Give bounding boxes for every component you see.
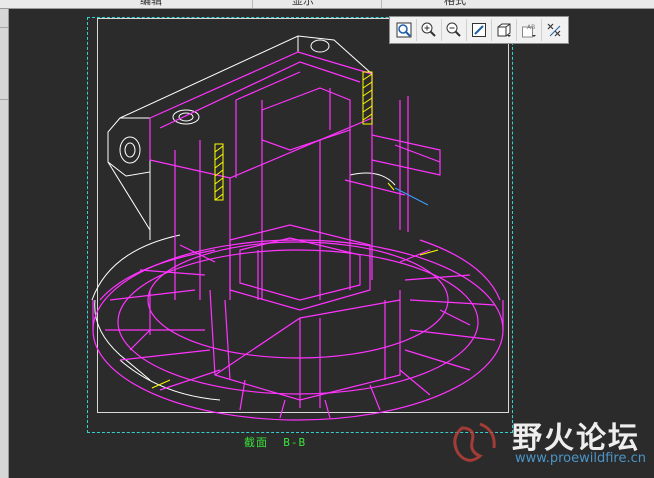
zoom-in-button[interactable] bbox=[417, 19, 442, 41]
section-id: B-B bbox=[283, 436, 307, 449]
shading-button[interactable] bbox=[492, 19, 517, 41]
shading-icon bbox=[497, 23, 511, 37]
section-label: 截面 bbox=[244, 436, 268, 449]
view-toolbar: AB bbox=[389, 16, 569, 44]
annotation-button[interactable]: AB bbox=[517, 19, 542, 41]
annotation-icon: AB bbox=[522, 24, 536, 38]
section-view-model[interactable] bbox=[0, 0, 654, 478]
section-caption: 截面 B-B bbox=[244, 434, 306, 450]
zoom-out-button[interactable] bbox=[442, 19, 467, 41]
zoom-in-icon bbox=[421, 22, 436, 37]
watermark-url: www.proewildfire.cn bbox=[515, 451, 646, 466]
refit-button[interactable] bbox=[392, 19, 417, 41]
lug-outline bbox=[107, 117, 151, 177]
datum-display-icon bbox=[547, 23, 561, 37]
zoom-out-icon bbox=[446, 22, 461, 37]
repaint-icon bbox=[472, 23, 486, 37]
repaint-button[interactable] bbox=[467, 19, 492, 41]
datum-display-button[interactable] bbox=[542, 19, 566, 41]
refit-icon bbox=[396, 22, 412, 38]
svg-text:AB: AB bbox=[527, 24, 535, 31]
lug-hole bbox=[119, 136, 141, 164]
